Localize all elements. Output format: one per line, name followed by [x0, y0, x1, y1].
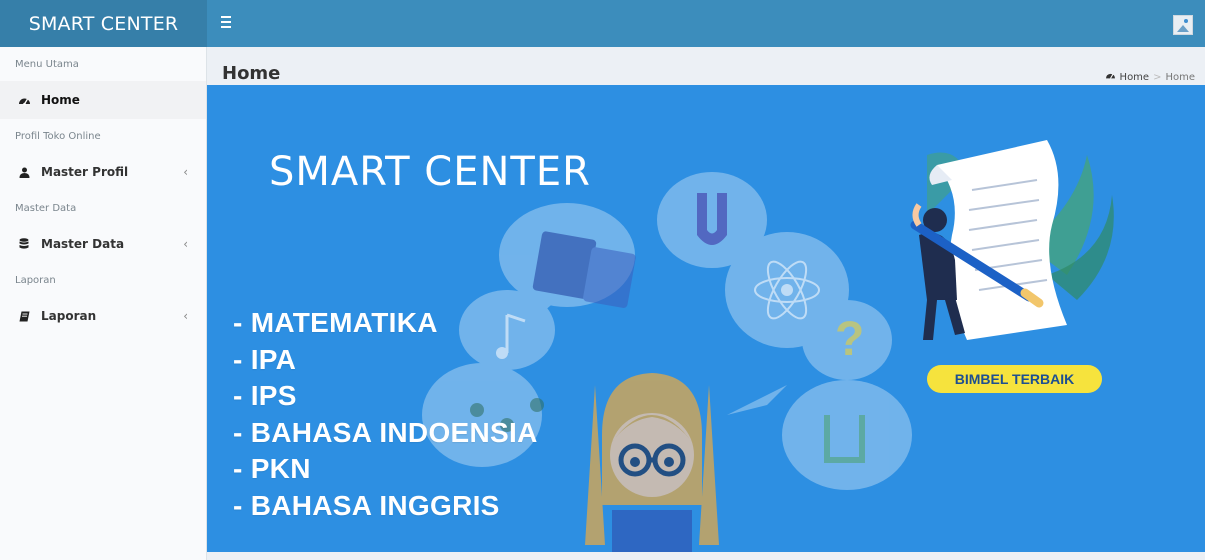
app-logo[interactable]: SMART CENTER [0, 0, 207, 47]
breadcrumb-current: Home [1165, 71, 1195, 83]
sidebar-item-master-profil[interactable]: Master Profil ‹ [0, 153, 206, 191]
chevron-left-icon: ‹ [183, 165, 188, 179]
bimbel-badge: BIMBEL TERBAIK [927, 365, 1102, 393]
subject-item: - BAHASA INGGRIS [233, 489, 500, 521]
chevron-left-icon: ‹ [183, 237, 188, 251]
sidebar-item-home[interactable]: Home [0, 81, 206, 119]
svg-text:?: ? [835, 313, 864, 366]
sidebar-header-profil-toko-online: Profil Toko Online [15, 130, 101, 142]
sidebar-item-label: Laporan [41, 309, 97, 323]
top-header: SMART CENTER [0, 0, 1205, 47]
subject-list: - MATEMATIKA - IPA - IPS - BAHASA INDOEN… [233, 305, 538, 524]
user-avatar-broken-image-icon[interactable] [1173, 15, 1193, 35]
subject-item: - PKN [233, 453, 311, 484]
banner-title: SMART CENTER [269, 149, 591, 195]
sidebar-item-label: Master Profil [41, 165, 129, 179]
dashboard-icon [17, 95, 31, 106]
breadcrumb-home-link[interactable]: Home [1120, 72, 1150, 83]
database-icon [17, 238, 31, 250]
sidebar-item-master-data[interactable]: Master Data ‹ [0, 225, 206, 263]
chevron-left-icon: ‹ [183, 309, 188, 323]
navbar [207, 0, 1205, 47]
subject-item: - IPA [233, 343, 297, 375]
sidebar-item-label: Master Data [41, 237, 125, 251]
content-footer-gap [207, 552, 1205, 560]
sidebar-header-master-data: Master Data [15, 202, 77, 214]
sidebar: Menu Utama Home Profil Toko Online Maste… [0, 47, 207, 560]
user-icon [17, 167, 31, 178]
breadcrumb-separator: > [1153, 71, 1162, 83]
sidebar-item-laporan[interactable]: Laporan ‹ [0, 297, 206, 335]
sidebar-header-laporan: Laporan [15, 274, 56, 286]
book-icon [17, 311, 31, 322]
dashboard-icon [1105, 71, 1116, 83]
content-header: Home Home > Home [207, 47, 1205, 85]
subject-item: - BAHASA INDOENSIA [233, 416, 538, 448]
sidebar-item-label: Home [41, 93, 80, 107]
hamburger-icon[interactable] [221, 13, 235, 31]
breadcrumb: Home > Home [1105, 71, 1195, 83]
sidebar-header-menu-utama: Menu Utama [15, 58, 79, 70]
subject-item: - MATEMATIKA [233, 307, 438, 338]
page-title: Home [222, 63, 281, 84]
subject-item: - IPS [233, 380, 297, 411]
hero-banner: ? SMART CENTER - MATEMATIKA - IPA - IPS … [207, 85, 1205, 552]
